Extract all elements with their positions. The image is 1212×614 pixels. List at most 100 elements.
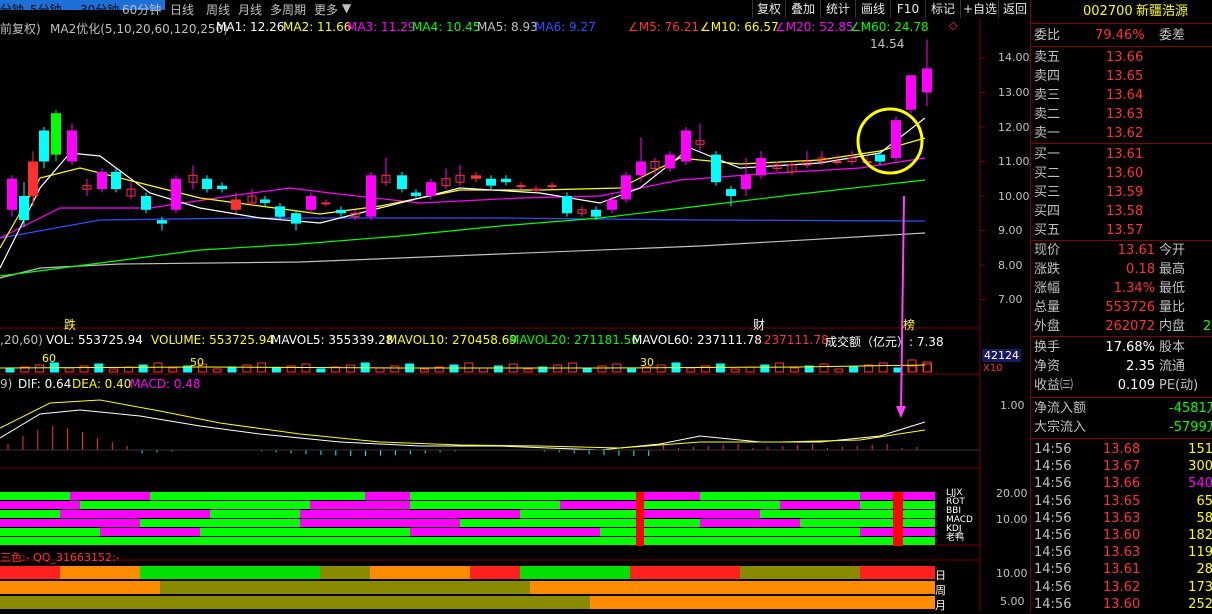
vol-peak-30: 30 <box>640 356 654 369</box>
candle-body <box>39 130 49 162</box>
indicator-segment <box>0 537 935 545</box>
tab-week[interactable]: 周线 <box>206 1 230 18</box>
candle-body <box>397 175 407 190</box>
tick-volume: 540 <box>1188 476 1212 492</box>
event-marker-die[interactable]: 跌 <box>64 316 76 333</box>
stat-value: 2.35 <box>1126 359 1155 374</box>
volume-bar <box>5 368 15 373</box>
candle-body <box>636 161 646 176</box>
indicator-marker <box>893 492 903 546</box>
indicator-segment <box>760 510 935 518</box>
candle-body <box>665 154 675 169</box>
draw-button[interactable]: 画线 <box>855 0 890 18</box>
mavol10-value: MAVOL10: 270458.69 <box>387 333 517 347</box>
bid-row[interactable]: 买二 13.60 <box>1031 164 1212 183</box>
volume-bar <box>375 367 385 373</box>
stat-value: 553726 <box>1105 300 1155 315</box>
stat-label-2: 量比 <box>1159 300 1186 315</box>
bid-label: 买四 <box>1034 204 1061 219</box>
vol-legend-prefix: ,20,60) <box>0 333 43 347</box>
bid-row[interactable]: 买三 13.59 <box>1031 183 1212 202</box>
volume-bar <box>242 364 252 373</box>
tab-1min[interactable]: 分钟 <box>0 1 24 18</box>
tab-day[interactable]: 日线 <box>170 1 194 18</box>
ask-row[interactable]: 卖五 13.66 <box>1031 48 1212 67</box>
bid-row[interactable]: 买五 13.57 <box>1031 221 1212 240</box>
volume-bar <box>138 364 148 373</box>
diamond-icon[interactable]: ◇ <box>949 19 957 32</box>
candle-body <box>741 175 751 190</box>
tab-60min[interactable]: 60分钟 <box>122 1 161 18</box>
candle-body <box>336 209 346 214</box>
ask-row[interactable]: 卖一 13.62 <box>1031 124 1212 143</box>
candle-body <box>19 196 29 221</box>
mark-button[interactable]: 标记 <box>925 0 960 18</box>
volume-bar <box>493 365 503 373</box>
candle-body <box>97 171 107 190</box>
stat-row: 现价 13.61 今开 <box>1031 241 1212 260</box>
indicator-segment <box>520 510 640 518</box>
candle-body <box>832 161 842 163</box>
ask-label: 卖二 <box>1034 107 1061 122</box>
ask-row[interactable]: 卖二 13.63 <box>1031 105 1212 124</box>
event-marker-cai[interactable]: 财 <box>753 316 765 333</box>
tick-volume: 28 <box>1196 562 1212 578</box>
ask-row[interactable]: 卖三 13.64 <box>1031 86 1212 105</box>
tick-time: 14:56 <box>1034 596 1072 612</box>
tick-time: 14:56 <box>1034 579 1072 595</box>
price-axis-label: 13.00 <box>998 86 1030 99</box>
candle-body <box>516 185 526 188</box>
three-color-segment <box>860 566 935 579</box>
ma-indicator-name[interactable]: MA2优化(5,10,20,60,120,250) <box>50 20 228 37</box>
overlay-button[interactable]: 叠加 <box>785 0 820 18</box>
indicator-segment <box>0 528 100 536</box>
indicator-label-laoya: 老鸭 <box>946 533 965 543</box>
flow-value: -4581万 <box>1169 401 1212 416</box>
tick-volume: 252 <box>1188 596 1212 612</box>
fuquan-button[interactable]: 复权 <box>752 0 785 18</box>
bid-row[interactable]: 买四 13.58 <box>1031 202 1212 221</box>
vol-peak-50: 50 <box>190 356 204 369</box>
add-favorite-button[interactable]: +自选 <box>960 0 999 18</box>
candle-body <box>426 182 436 196</box>
back-button[interactable]: 返回 <box>998 0 1031 18</box>
candlesticks <box>7 39 932 231</box>
volume-bar <box>523 368 533 373</box>
stat-label: 外盘 <box>1034 319 1061 334</box>
volume-bar <box>597 365 607 373</box>
more-arrow-icon[interactable]: ▼ <box>342 1 351 15</box>
three-color-segment <box>320 566 370 579</box>
flow-value: -5799万 <box>1169 420 1212 435</box>
stat-row: 外盘 262072 内盘 2 <box>1031 317 1212 336</box>
volume-bar <box>789 367 799 373</box>
stat-label-2: 流通 <box>1159 359 1186 374</box>
stats-button[interactable]: 统计 <box>820 0 855 18</box>
volume-bar <box>479 367 489 373</box>
indicator-segment <box>310 501 410 509</box>
volume-bar <box>701 365 711 373</box>
tick-time: 14:56 <box>1034 510 1072 526</box>
candle-body <box>681 130 691 162</box>
bid-row[interactable]: 买一 13.61 <box>1031 145 1212 164</box>
indicator-segment <box>700 519 800 527</box>
tab-30min[interactable]: 30分钟 <box>80 1 119 18</box>
volume-bar <box>878 362 888 373</box>
candle-body <box>607 199 617 210</box>
event-marker-bang[interactable]: 榜 <box>903 316 915 333</box>
vol-peak-60: 60 <box>42 352 56 365</box>
indicator-segment <box>700 492 860 500</box>
tab-more[interactable]: 更多 <box>314 1 338 18</box>
tab-month[interactable]: 月线 <box>238 1 262 18</box>
indicator-segment <box>60 510 210 518</box>
tab-multi[interactable]: 多周期 <box>270 1 306 18</box>
dea-line <box>0 399 926 449</box>
kline-chart-area[interactable] <box>0 18 1030 612</box>
tab-5min[interactable]: 5分钟 <box>30 1 62 18</box>
dea-value: DEA: 0.40 <box>72 377 132 391</box>
ask-row[interactable]: 卖四 13.65 <box>1031 67 1212 86</box>
tick-volume: 173 <box>1188 579 1212 595</box>
ma6-value: MA6: 9.27 <box>535 20 596 34</box>
stat-label-2: PE(动) <box>1159 378 1199 393</box>
three-color-segment <box>0 581 160 594</box>
f10-button[interactable]: F10 <box>890 0 925 18</box>
